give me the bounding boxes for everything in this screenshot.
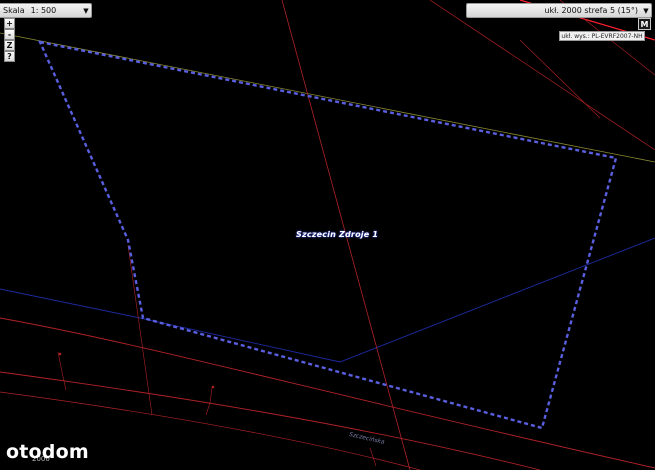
chevron-down-icon: ▼ [83,6,89,15]
yellow-boundary-line [0,32,655,163]
scale-label: Skala [3,6,25,15]
road-tick-3 [369,447,377,467]
scale-select[interactable]: Skala 1: 500 ▼ [0,3,92,18]
survey-point [211,385,215,389]
help-button[interactable]: ? [4,51,15,62]
road-line-1 [0,317,655,469]
crs-value: ukł. 2000 strefa 5 (15°) [544,6,638,15]
parcel-label: Szczecin Zdroje 1 [296,230,379,239]
zoom-in-button[interactable]: + [4,18,15,29]
blue-line [0,237,655,363]
red-line-left-vertical [127,244,153,416]
chevron-down-icon: ▼ [643,6,649,15]
otodom-watermark: otodom [6,441,89,463]
road-tick-2 [205,387,213,416]
zoom-extent-button[interactable]: Z [4,40,15,51]
crs-select[interactable]: ukł. 2000 strefa 5 (15°) ▼ [466,3,652,18]
road-tick-1 [57,351,67,391]
zoom-out-button[interactable]: - [4,29,15,40]
red-line-thin-1 [429,0,655,151]
m-button[interactable]: M [638,18,651,30]
red-line-thin-2 [519,39,601,119]
survey-point [58,352,62,356]
height-system-badge: ukł. wys.: PL-EVRF2007-NH [559,31,645,41]
scale-value: 1: 500 [30,6,57,15]
